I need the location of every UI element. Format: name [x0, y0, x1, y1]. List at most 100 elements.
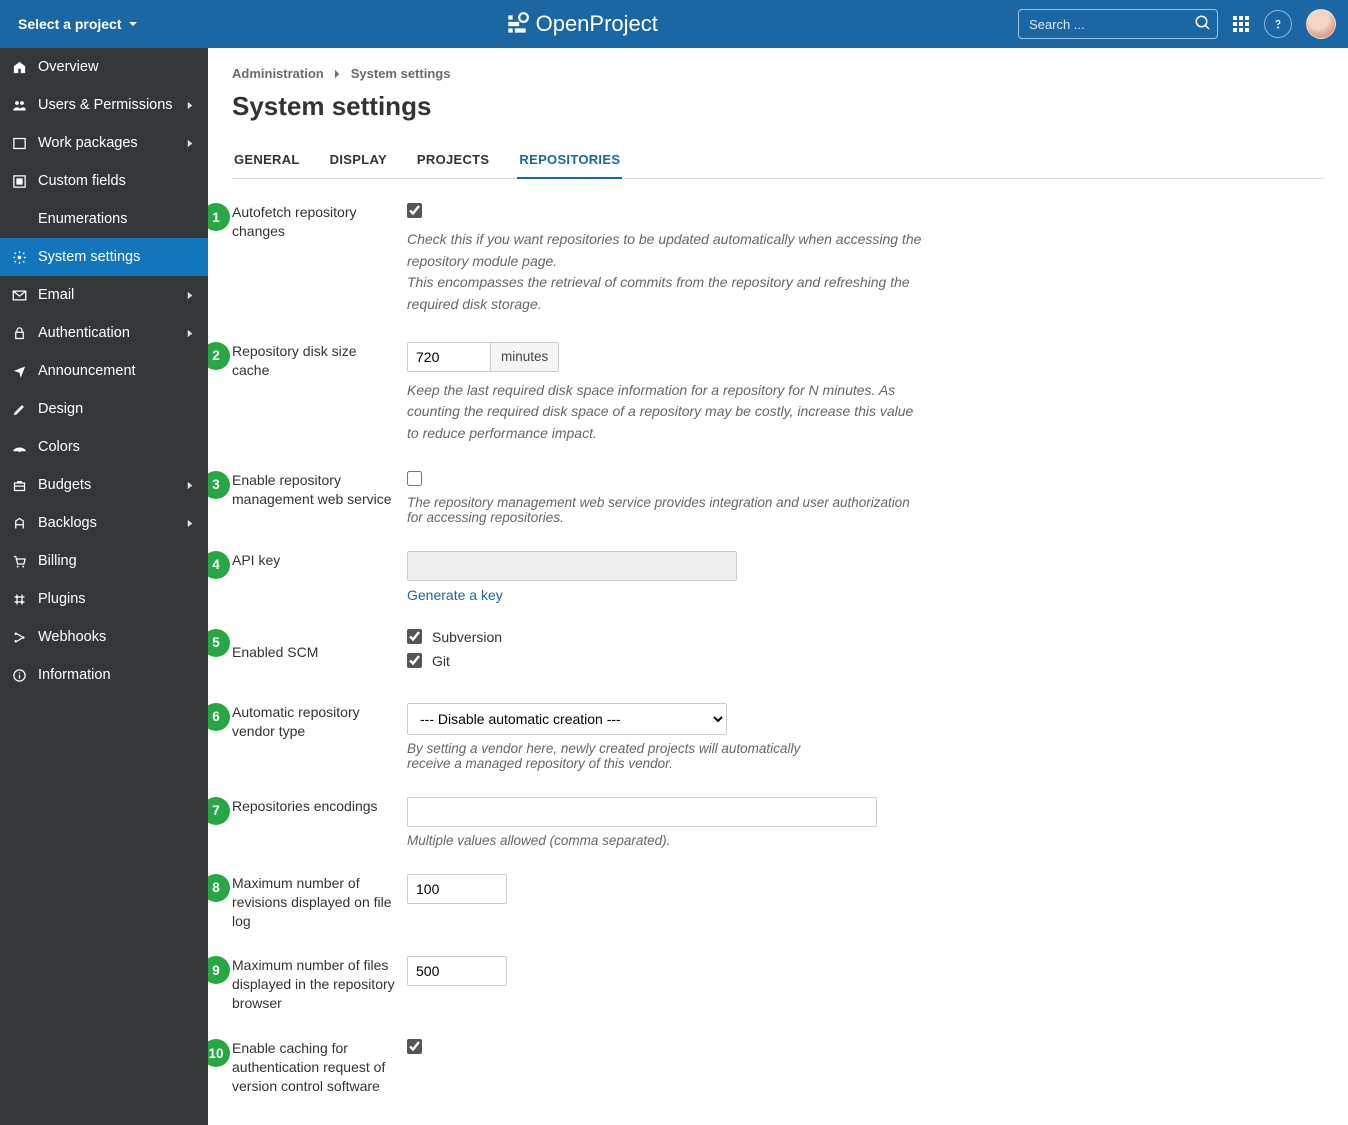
field-maxrev: 8 Maximum number of revisions displayed …: [232, 874, 1324, 931]
annotation-badge: 7: [208, 797, 230, 825]
tab-display[interactable]: DISPLAY: [328, 142, 389, 178]
scm-git-label: Git: [432, 653, 450, 669]
sidebar-item[interactable]: Plugins: [0, 580, 208, 618]
field-hint: Multiple values allowed (comma separated…: [407, 833, 1324, 848]
sidebar-icon: [12, 364, 38, 379]
scm-git-option[interactable]: Git: [407, 653, 1324, 669]
sidebar-item-label: Custom fields: [38, 173, 196, 189]
help-icon[interactable]: [1264, 10, 1292, 38]
diskcache-input[interactable]: [407, 342, 491, 372]
annotation-badge: 4: [208, 551, 230, 579]
sidebar-item-label: Overview: [38, 59, 196, 75]
chevron-right-icon: [185, 518, 196, 529]
sidebar-item-label: Email: [38, 287, 185, 303]
sidebar-item[interactable]: Overview: [0, 48, 208, 86]
sidebar-item-label: Plugins: [38, 591, 196, 607]
field-label: Repository disk size cache: [232, 342, 407, 380]
sidebar-icon: [12, 60, 38, 75]
logo-icon: [504, 11, 530, 37]
chevron-right-icon: [334, 69, 341, 79]
header-right: [1018, 9, 1336, 39]
annotation-badge: 9: [208, 956, 230, 984]
breadcrumb-item[interactable]: Administration: [232, 66, 324, 81]
sidebar-item[interactable]: Custom fields: [0, 162, 208, 200]
logo-text: OpenProject: [536, 11, 658, 37]
sidebar-item-label: System settings: [38, 249, 196, 265]
field-scm: 5 Enabled SCM Subversion Git: [232, 629, 1324, 677]
chevron-right-icon: [185, 100, 196, 111]
chevron-right-icon: [185, 328, 196, 339]
maxrev-input[interactable]: [407, 874, 507, 904]
scm-subversion-option[interactable]: Subversion: [407, 629, 1324, 645]
sidebar-item[interactable]: Email: [0, 276, 208, 314]
tabs: GENERAL DISPLAY PROJECTS REPOSITORIES: [232, 142, 1324, 179]
annotation-badge: 10: [208, 1039, 230, 1067]
sidebar-item-label: Announcement: [38, 363, 196, 379]
maxfiles-input[interactable]: [407, 956, 507, 986]
sidebar-item-label: Design: [38, 401, 196, 417]
sidebar-item[interactable]: Authentication: [0, 314, 208, 352]
sidebar-item[interactable]: Design: [0, 390, 208, 428]
field-encodings: 7 Repositories encodings Multiple values…: [232, 797, 1324, 848]
field-description: By setting a vendor here, newly created …: [407, 741, 847, 771]
breadcrumb: Administration System settings: [232, 66, 1324, 81]
sidebar-item-label: Enumerations: [38, 211, 196, 227]
sidebar-item[interactable]: Users & Permissions: [0, 86, 208, 124]
search-input[interactable]: [1018, 9, 1218, 39]
vendor-select[interactable]: --- Disable automatic creation ---: [407, 703, 727, 735]
breadcrumb-item[interactable]: System settings: [351, 66, 451, 81]
search-icon[interactable]: [1194, 14, 1212, 32]
user-avatar[interactable]: [1306, 9, 1336, 39]
main-content: Administration System settings System se…: [208, 48, 1348, 1125]
chevron-right-icon: [185, 138, 196, 149]
field-vendor: 6 Automatic repository vendor type --- D…: [232, 703, 1324, 771]
field-label: Automatic repository vendor type: [232, 703, 407, 741]
encodings-input[interactable]: [407, 797, 877, 827]
sidebar-item[interactable]: Billing: [0, 542, 208, 580]
project-select[interactable]: Select a project: [12, 16, 144, 32]
unit-label: minutes: [491, 342, 559, 372]
tab-repositories[interactable]: REPOSITORIES: [517, 142, 622, 179]
sidebar-icon: [12, 402, 38, 417]
sidebar-item[interactable]: Colors: [0, 428, 208, 466]
sidebar-item[interactable]: Budgets: [0, 466, 208, 504]
page-title: System settings: [232, 91, 1324, 122]
autofetch-checkbox[interactable]: [407, 203, 422, 218]
sidebar-item-label: Information: [38, 667, 196, 683]
field-description: Keep the last required disk space inform…: [407, 380, 927, 445]
scm-svn-checkbox[interactable]: [407, 629, 422, 644]
sidebar-icon: [12, 668, 38, 683]
sidebar-item[interactable]: Announcement: [0, 352, 208, 390]
tab-projects[interactable]: PROJECTS: [415, 142, 491, 178]
sidebar-item[interactable]: Backlogs: [0, 504, 208, 542]
tab-general[interactable]: GENERAL: [232, 142, 302, 178]
sidebar-icon: [12, 98, 38, 113]
cacheauth-checkbox[interactable]: [407, 1039, 422, 1054]
annotation-badge: 6: [208, 703, 230, 731]
annotation-badge: 3: [208, 471, 230, 499]
annotation-badge: 1: [208, 203, 230, 231]
sidebar-item-label: Work packages: [38, 135, 185, 151]
sidebar-item-label: Authentication: [38, 325, 185, 341]
chevron-down-icon: [128, 19, 138, 29]
sidebar-item-label: Colors: [38, 439, 196, 455]
annotation-badge: 8: [208, 874, 230, 902]
apps-icon[interactable]: [1232, 15, 1250, 33]
scm-git-checkbox[interactable]: [407, 653, 422, 668]
generate-key-link[interactable]: Generate a key: [407, 587, 503, 603]
apikey-input: [407, 551, 737, 581]
project-select-label: Select a project: [18, 16, 122, 32]
sidebar-icon: [12, 174, 38, 189]
sidebar-icon: [12, 212, 38, 227]
sidebar-item[interactable]: System settings: [0, 238, 208, 276]
sidebar-icon: [12, 630, 38, 645]
sidebar-item[interactable]: Webhooks: [0, 618, 208, 656]
sidebar-icon: [12, 136, 38, 151]
scm-svn-label: Subversion: [432, 629, 502, 645]
field-description: The repository management web service pr…: [407, 495, 927, 525]
sidebar-item[interactable]: Information: [0, 656, 208, 694]
sidebar-item-label: Webhooks: [38, 629, 196, 645]
sidebar-item[interactable]: Enumerations: [0, 200, 208, 238]
mgmt-checkbox[interactable]: [407, 471, 422, 486]
sidebar-item[interactable]: Work packages: [0, 124, 208, 162]
